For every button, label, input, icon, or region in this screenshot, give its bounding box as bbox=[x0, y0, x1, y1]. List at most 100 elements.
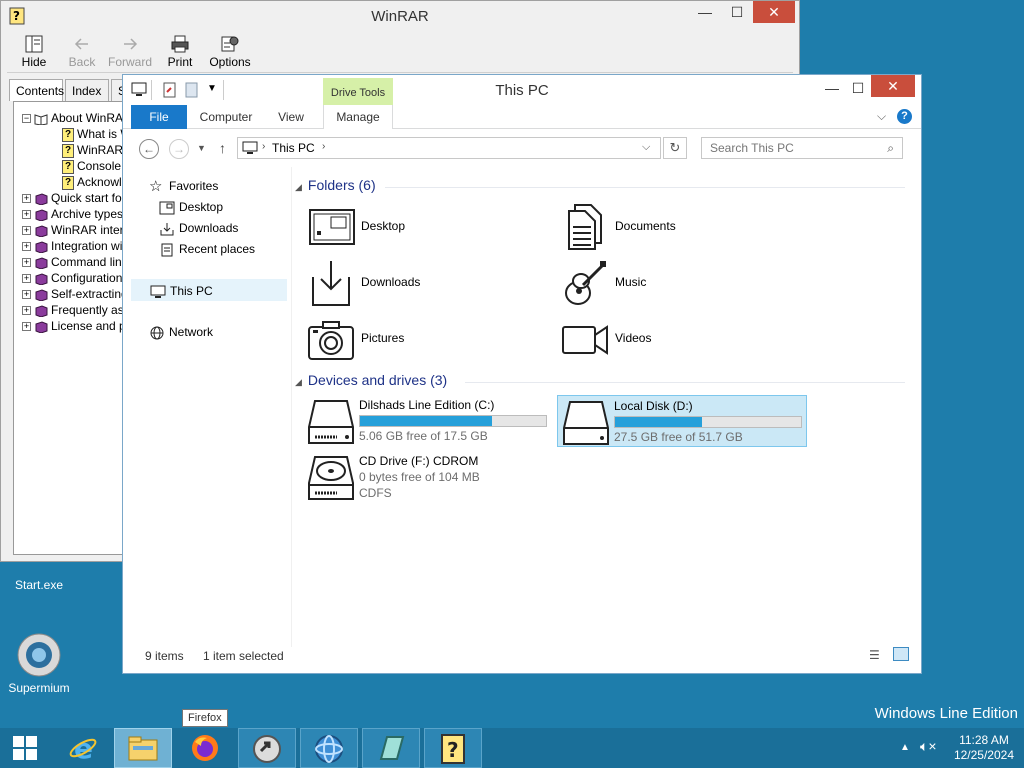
maximize-button[interactable]: ☐ bbox=[723, 1, 751, 23]
tree-item[interactable]: + Command line bbox=[22, 254, 128, 270]
book-icon bbox=[35, 209, 48, 221]
drive-f-cdrom[interactable]: CD Drive (F:) CDROM 0 bytes free of 104 … bbox=[303, 451, 553, 503]
tree-item-label: Quick start fo bbox=[51, 191, 122, 205]
item-count: 9 items bbox=[145, 649, 184, 663]
show-hidden-icons-icon[interactable]: ▲ bbox=[900, 742, 910, 753]
collapse-icon[interactable]: ◢ bbox=[295, 377, 302, 387]
taskbar-notebook[interactable] bbox=[362, 728, 420, 768]
nav-favorites[interactable]: ☆ Favorites bbox=[149, 175, 305, 197]
start-button[interactable] bbox=[0, 728, 50, 768]
tree-item[interactable]: + Quick start fo bbox=[22, 190, 122, 206]
desktop-icon-start-exe[interactable]: Start.exe bbox=[8, 578, 70, 592]
folder-videos[interactable]: Videos bbox=[559, 313, 799, 365]
expand-icon[interactable]: + bbox=[22, 290, 31, 300]
nav-network[interactable]: Network bbox=[149, 321, 305, 343]
close-button[interactable]: ✕ bbox=[871, 75, 915, 97]
refresh-button[interactable]: ↻ bbox=[663, 137, 687, 159]
collapse-icon[interactable]: − bbox=[22, 114, 31, 124]
large-icons-view-icon[interactable] bbox=[893, 647, 909, 661]
taskbar-internet-explorer[interactable]: e bbox=[54, 728, 112, 768]
expand-icon[interactable]: + bbox=[22, 274, 31, 284]
tree-item-label: Archive types bbox=[51, 207, 124, 221]
drive-usage-bar bbox=[359, 415, 547, 427]
taskbar-browser[interactable] bbox=[300, 728, 358, 768]
explorer-window[interactable]: ▼ Drive Tools This PC — ☐ ✕ File Compute… bbox=[122, 74, 922, 674]
tab-view[interactable]: View bbox=[263, 105, 319, 129]
print-button[interactable]: Print bbox=[155, 33, 205, 73]
address-bar[interactable]: › This PC › ⌵ bbox=[237, 137, 661, 159]
search-icon[interactable]: ⌕ bbox=[887, 138, 894, 158]
up-arrow-icon[interactable]: ↑ bbox=[219, 140, 226, 156]
tree-item[interactable]: + Frequently as bbox=[22, 302, 124, 318]
taskbar-firefox[interactable] bbox=[176, 728, 234, 768]
back-button[interactable]: Back bbox=[57, 33, 107, 73]
breadcrumb[interactable]: This PC bbox=[272, 141, 315, 155]
address-dropdown-icon[interactable]: ⌵ bbox=[642, 141, 650, 154]
system-clock[interactable]: 11:28 AM 12/25/2024 bbox=[954, 733, 1014, 763]
folder-downloads[interactable]: Downloads bbox=[305, 257, 545, 309]
tree-item[interactable]: ? Acknowle bbox=[62, 174, 128, 190]
taskbar-help[interactable]: ? bbox=[424, 728, 482, 768]
taskbar-file-explorer[interactable] bbox=[114, 728, 172, 768]
expand-icon[interactable]: + bbox=[22, 306, 31, 316]
tree-item[interactable]: + WinRAR inter bbox=[22, 222, 124, 238]
tree-item[interactable]: + Self-extracting bbox=[22, 286, 128, 302]
tree-item[interactable]: ? WinRAR bbox=[62, 142, 123, 158]
close-button[interactable]: ✕ bbox=[753, 1, 795, 23]
options-button[interactable]: Options bbox=[205, 33, 255, 73]
ribbon-expand-icon[interactable]: ⌵ bbox=[877, 109, 886, 124]
ribbon-tabs: File Computer View Manage ⌵ ? bbox=[123, 105, 921, 129]
tree-item-label: Configuration bbox=[51, 271, 123, 285]
folder-music[interactable]: Music bbox=[559, 257, 799, 309]
tab-index[interactable]: Index bbox=[65, 79, 109, 101]
taskbar-app[interactable] bbox=[238, 728, 296, 768]
desktop-icon-supermium[interactable]: Supermium bbox=[4, 632, 74, 695]
help-icon[interactable]: ? bbox=[897, 109, 912, 124]
breadcrumb-chevron-icon[interactable]: › bbox=[322, 141, 325, 152]
back-button[interactable]: ← bbox=[139, 139, 159, 159]
tree-item[interactable]: + Archive types bbox=[22, 206, 123, 222]
help-contents-tree[interactable]: − About WinRA ? What is W ? WinRAR ? Console… bbox=[13, 101, 133, 555]
print-label: Print bbox=[167, 55, 193, 69]
recent-locations-icon[interactable]: ▼ bbox=[197, 143, 206, 153]
maximize-button[interactable]: ☐ bbox=[847, 77, 869, 99]
forward-button[interactable]: → bbox=[169, 139, 189, 159]
expand-icon[interactable]: + bbox=[22, 258, 31, 268]
explorer-titlebar[interactable]: ▼ Drive Tools This PC — ☐ ✕ bbox=[123, 75, 921, 105]
expand-icon[interactable]: + bbox=[22, 226, 31, 236]
nav-this-pc[interactable]: This PC bbox=[131, 279, 287, 301]
nav-desktop[interactable]: Desktop bbox=[159, 196, 315, 218]
expand-icon[interactable]: + bbox=[22, 242, 31, 252]
tree-item[interactable]: + Integration wi bbox=[22, 238, 122, 254]
tab-contents[interactable]: Contents bbox=[9, 79, 64, 101]
tree-item-label: About WinRA bbox=[51, 111, 124, 125]
expand-icon[interactable]: + bbox=[22, 210, 31, 220]
search-input[interactable]: Search This PC ⌕ bbox=[701, 137, 903, 159]
tab-file[interactable]: File bbox=[131, 105, 187, 129]
devices-group-header[interactable]: ◢ Devices and drives (3) bbox=[295, 372, 905, 392]
minimize-button[interactable]: — bbox=[821, 77, 843, 99]
tree-item[interactable]: − About WinRA bbox=[22, 110, 123, 126]
winrar-titlebar[interactable]: ? WinRAR — ☐ ✕ bbox=[1, 1, 799, 31]
forward-button[interactable]: Forward bbox=[105, 33, 155, 73]
expand-icon[interactable]: + bbox=[22, 194, 31, 204]
volume-muted-icon[interactable]: 🔈︎× bbox=[920, 738, 937, 755]
book-icon bbox=[35, 273, 48, 285]
expand-icon[interactable]: + bbox=[22, 322, 31, 332]
details-view-icon[interactable]: ☰ bbox=[869, 648, 880, 662]
tree-item[interactable]: + Configuration bbox=[22, 270, 122, 286]
folder-documents[interactable]: Documents bbox=[559, 201, 799, 253]
nav-downloads[interactable]: Downloads bbox=[159, 217, 315, 239]
drive-d[interactable]: Local Disk (D:) 27.5 GB free of 51.7 GB bbox=[557, 395, 807, 447]
collapse-icon[interactable]: ◢ bbox=[295, 182, 302, 192]
tab-manage[interactable]: Manage bbox=[323, 105, 393, 129]
drive-c[interactable]: Dilshads Line Edition (C:) 5.06 GB free … bbox=[303, 395, 553, 447]
minimize-button[interactable]: — bbox=[691, 1, 719, 23]
hide-button[interactable]: Hide bbox=[9, 33, 59, 73]
tab-computer[interactable]: Computer bbox=[193, 105, 259, 129]
folders-group-header[interactable]: ◢ Folders (6) bbox=[295, 177, 905, 197]
tree-item[interactable]: + License and p bbox=[22, 318, 126, 334]
folder-pictures[interactable]: Pictures bbox=[305, 313, 545, 365]
folder-desktop[interactable]: Desktop bbox=[305, 201, 545, 253]
nav-recent-places[interactable]: Recent places bbox=[159, 238, 315, 260]
